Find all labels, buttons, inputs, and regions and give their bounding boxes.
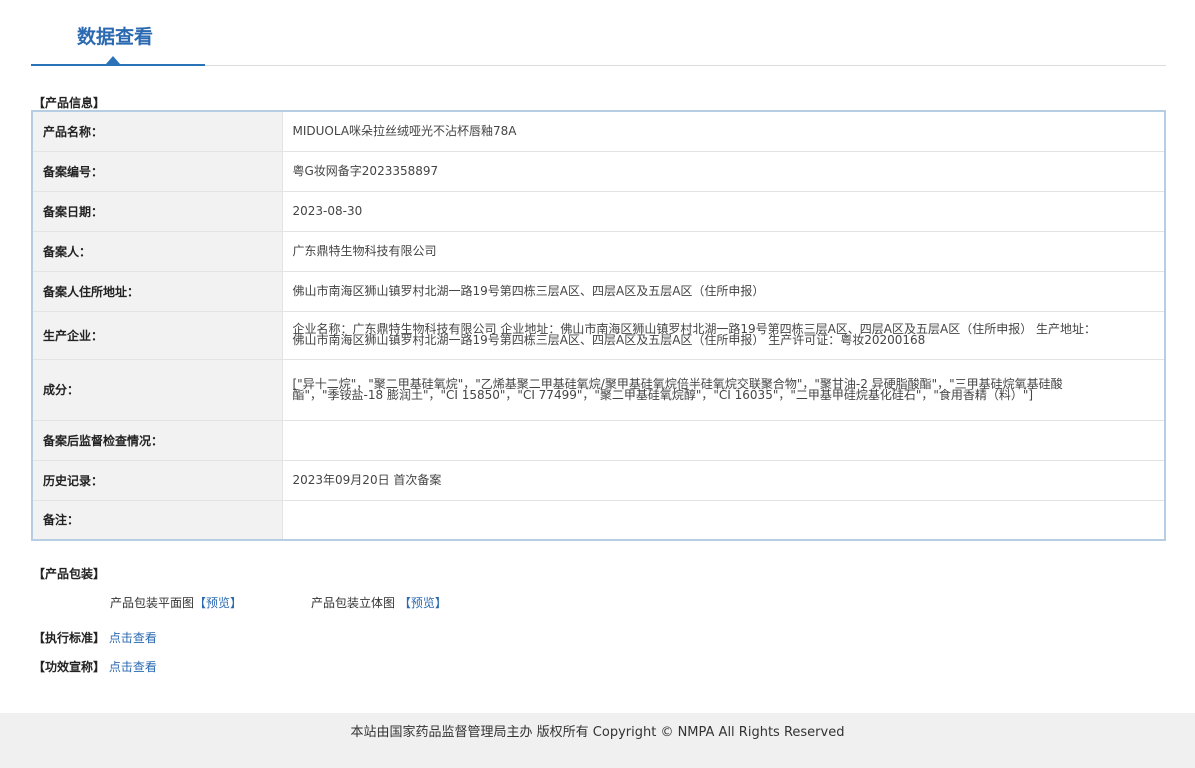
- table-row: 备案后监督检查情况：: [31, 419, 1166, 461]
- table-row: 历史记录： 2023年09月20日 首次备案: [31, 459, 1166, 501]
- package-flat-preview-link[interactable]: 【预览】: [194, 596, 242, 610]
- footer-copyright: 本站由国家药品监督管理局主办 版权所有 Copyright © NMPA All…: [350, 725, 845, 740]
- standard-view-link[interactable]: 点击查看: [109, 631, 157, 645]
- footer: 本站由国家药品监督管理局主办 版权所有 Copyright © NMPA All…: [0, 713, 1195, 768]
- table-row: 备案人住所地址： 佛山市南海区狮山镇罗村北湖一路19号第四栋三层A区、四层A区及…: [31, 270, 1166, 312]
- package-flat-view: 产品包装平面图【预览】: [110, 594, 242, 611]
- standard-row: 【执行标准】 点击查看: [33, 629, 157, 646]
- row-value: MIDUOLA咪朵拉丝绒哑光不沾杯唇釉78A: [281, 110, 1166, 152]
- tab-bar: 数据查看: [31, 0, 1166, 66]
- row-value: 2023-08-30: [281, 190, 1166, 232]
- table-row: 备案日期： 2023-08-30: [31, 190, 1166, 232]
- tab-active-caret-icon: [106, 56, 120, 64]
- row-value: 2023年09月20日 首次备案: [281, 459, 1166, 501]
- efficacy-label: 【功效宣称】: [33, 660, 106, 674]
- package-solid-label: 产品包装立体图: [311, 596, 396, 610]
- table-row: 备案编号： 粤G妆网备字2023358897: [31, 150, 1166, 192]
- package-flat-label: 产品包装平面图: [110, 596, 195, 610]
- packaging-heading: 【产品包装】: [33, 567, 106, 581]
- row-label: 备案编号：: [31, 150, 283, 192]
- standard-label: 【执行标准】: [33, 631, 106, 645]
- row-value: 企业名称：广东鼎特生物科技有限公司 企业地址：佛山市南海区狮山镇罗村北湖一路19…: [281, 310, 1166, 360]
- package-solid-preview-link[interactable]: 【预览】: [399, 596, 447, 610]
- row-value: ["异十二烷"，"聚二甲基硅氧烷"，"乙烯基聚二甲基硅氧烷/聚甲基硅氧烷倍半硅氧…: [281, 358, 1166, 421]
- efficacy-row: 【功效宣称】 点击查看: [33, 658, 157, 675]
- row-label: 备案人住所地址：: [31, 270, 283, 312]
- row-value: [281, 419, 1166, 461]
- tab-data-view[interactable]: 数据查看: [31, 0, 205, 66]
- table-row: 产品名称： MIDUOLA咪朵拉丝绒哑光不沾杯唇釉78A: [31, 110, 1166, 152]
- table-row: 备案人： 广东鼎特生物科技有限公司: [31, 230, 1166, 272]
- table-row: 成分： ["异十二烷"，"聚二甲基硅氧烷"，"乙烯基聚二甲基硅氧烷/聚甲基硅氧烷…: [31, 358, 1166, 421]
- row-label: 备案后监督检查情况：: [31, 419, 283, 461]
- row-label: 备案人：: [31, 230, 283, 272]
- table-row: 生产企业： 企业名称：广东鼎特生物科技有限公司 企业地址：佛山市南海区狮山镇罗村…: [31, 310, 1166, 360]
- row-label: 成分：: [31, 358, 283, 421]
- row-label: 生产企业：: [31, 310, 283, 360]
- efficacy-view-link[interactable]: 点击查看: [109, 660, 157, 674]
- row-label: 历史记录：: [31, 459, 283, 501]
- row-value: 佛山市南海区狮山镇罗村北湖一路19号第四栋三层A区、四层A区及五层A区（住所申报…: [281, 270, 1166, 312]
- row-value: 广东鼎特生物科技有限公司: [281, 230, 1166, 272]
- table-row: 备注：: [31, 499, 1166, 541]
- package-solid-view: 产品包装立体图 【预览】: [311, 594, 447, 611]
- row-label: 产品名称：: [31, 110, 283, 152]
- product-info-table: 产品名称： MIDUOLA咪朵拉丝绒哑光不沾杯唇釉78A 备案编号： 粤G妆网备…: [31, 110, 1166, 541]
- row-value: [281, 499, 1166, 541]
- tab-title: 数据查看: [77, 26, 154, 48]
- row-label: 备注：: [31, 499, 283, 541]
- product-info-heading: 【产品信息】: [33, 96, 106, 110]
- row-label: 备案日期：: [31, 190, 283, 232]
- row-value: 粤G妆网备字2023358897: [281, 150, 1166, 192]
